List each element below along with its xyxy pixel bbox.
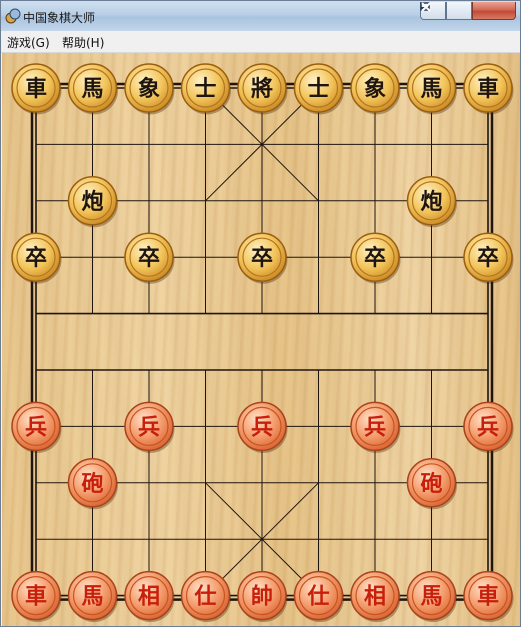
- piece-label: 馬: [81, 76, 103, 102]
- piece-label: 兵: [251, 414, 273, 440]
- piece-label: 卒: [251, 245, 273, 271]
- black-piece[interactable]: 將: [237, 63, 288, 115]
- menu-help[interactable]: 帮助(H): [62, 34, 104, 51]
- piece-label: 馬: [420, 584, 442, 610]
- black-piece[interactable]: 炮: [67, 176, 119, 228]
- red-piece[interactable]: 仕: [293, 570, 345, 623]
- piece-label: 象: [138, 76, 160, 102]
- red-piece[interactable]: 馬: [67, 570, 119, 623]
- piece-label: 砲: [420, 471, 442, 497]
- piece-label: 車: [25, 76, 47, 102]
- close-icon: [421, 2, 431, 12]
- black-piece[interactable]: 士: [180, 63, 232, 115]
- black-piece[interactable]: 象: [124, 63, 175, 115]
- black-piece[interactable]: 象: [350, 63, 401, 115]
- chinese-chess-app-icon: [5, 8, 21, 24]
- piece-label: 卒: [364, 245, 386, 271]
- app-window: 中国象棋大师 游戏(G) 帮助(H) 車馬象士將士象馬車炮炮卒卒卒卒卒兵兵兵兵兵…: [0, 0, 521, 627]
- black-piece[interactable]: 卒: [11, 232, 62, 284]
- black-piece[interactable]: 卒: [124, 232, 175, 284]
- piece-label: 帥: [251, 584, 273, 610]
- piece-label: 砲: [81, 471, 103, 497]
- title-bar[interactable]: 中国象棋大师: [1, 1, 520, 31]
- piece-label: 卒: [477, 245, 499, 271]
- black-piece[interactable]: 卒: [463, 232, 514, 284]
- piece-label: 車: [25, 584, 47, 610]
- maximize-button[interactable]: [420, 2, 472, 20]
- board-grid: 車馬象士將士象馬車炮 炮卒卒卒卒卒兵兵兵兵兵砲 砲車馬相仕帥仕相馬車: [11, 63, 514, 623]
- window-controls: [420, 2, 516, 21]
- piece-label: 卒: [25, 245, 47, 271]
- piece-label: 相: [364, 584, 386, 610]
- piece-label: 炮: [420, 189, 442, 215]
- piece-label: 將: [251, 76, 273, 102]
- red-piece[interactable]: 車: [463, 570, 514, 623]
- piece-label: 兵: [25, 414, 47, 440]
- red-piece[interactable]: 帥: [237, 570, 288, 623]
- menu-bar: 游戏(G) 帮助(H): [1, 31, 520, 53]
- black-piece[interactable]: 車: [11, 63, 62, 115]
- red-piece[interactable]: 車: [11, 570, 62, 623]
- chess-board[interactable]: 車馬象士將士象馬車炮炮卒卒卒卒卒兵兵兵兵兵砲砲車馬相仕帥仕相馬車: [2, 53, 520, 626]
- piece-label: 兵: [364, 414, 386, 440]
- piece-label: 車: [477, 584, 499, 610]
- red-piece[interactable]: 兵: [124, 401, 175, 453]
- piece-label: 象: [364, 76, 386, 102]
- close-button[interactable]: [421, 2, 516, 20]
- piece-label: 馬: [81, 584, 103, 610]
- piece-label: 炮: [81, 189, 103, 215]
- piece-label: 卒: [138, 245, 160, 271]
- red-piece[interactable]: 砲: [67, 458, 119, 510]
- red-piece[interactable]: 兵: [463, 401, 514, 453]
- piece-label: 仕: [193, 584, 216, 610]
- black-piece[interactable]: 卒: [350, 232, 401, 284]
- black-piece[interactable]: 馬: [406, 63, 458, 115]
- red-piece[interactable]: 相: [350, 570, 401, 623]
- piece-label: 仕: [306, 584, 329, 610]
- black-piece[interactable]: 士: [293, 63, 345, 115]
- red-piece[interactable]: 仕: [180, 570, 232, 623]
- black-piece[interactable]: 馬: [67, 63, 119, 115]
- black-piece[interactable]: 車: [463, 63, 514, 115]
- red-piece[interactable]: 馬: [406, 570, 458, 623]
- red-piece[interactable]: 相: [124, 570, 175, 623]
- piece-label: 士: [194, 76, 216, 102]
- window-title: 中国象棋大师: [23, 11, 96, 25]
- menu-game[interactable]: 游戏(G): [7, 34, 50, 51]
- piece-label: 兵: [477, 414, 499, 440]
- piece-label: 相: [138, 584, 160, 610]
- black-piece[interactable]: 卒: [237, 232, 288, 284]
- piece-label: 車: [477, 76, 499, 102]
- red-piece[interactable]: 砲: [406, 458, 458, 510]
- red-piece[interactable]: 兵: [350, 401, 401, 453]
- piece-label: 士: [307, 76, 329, 102]
- red-piece[interactable]: 兵: [237, 401, 288, 453]
- black-piece[interactable]: 炮: [406, 176, 458, 228]
- red-piece[interactable]: 兵: [11, 401, 62, 453]
- piece-label: 兵: [138, 414, 160, 440]
- piece-label: 馬: [420, 76, 442, 102]
